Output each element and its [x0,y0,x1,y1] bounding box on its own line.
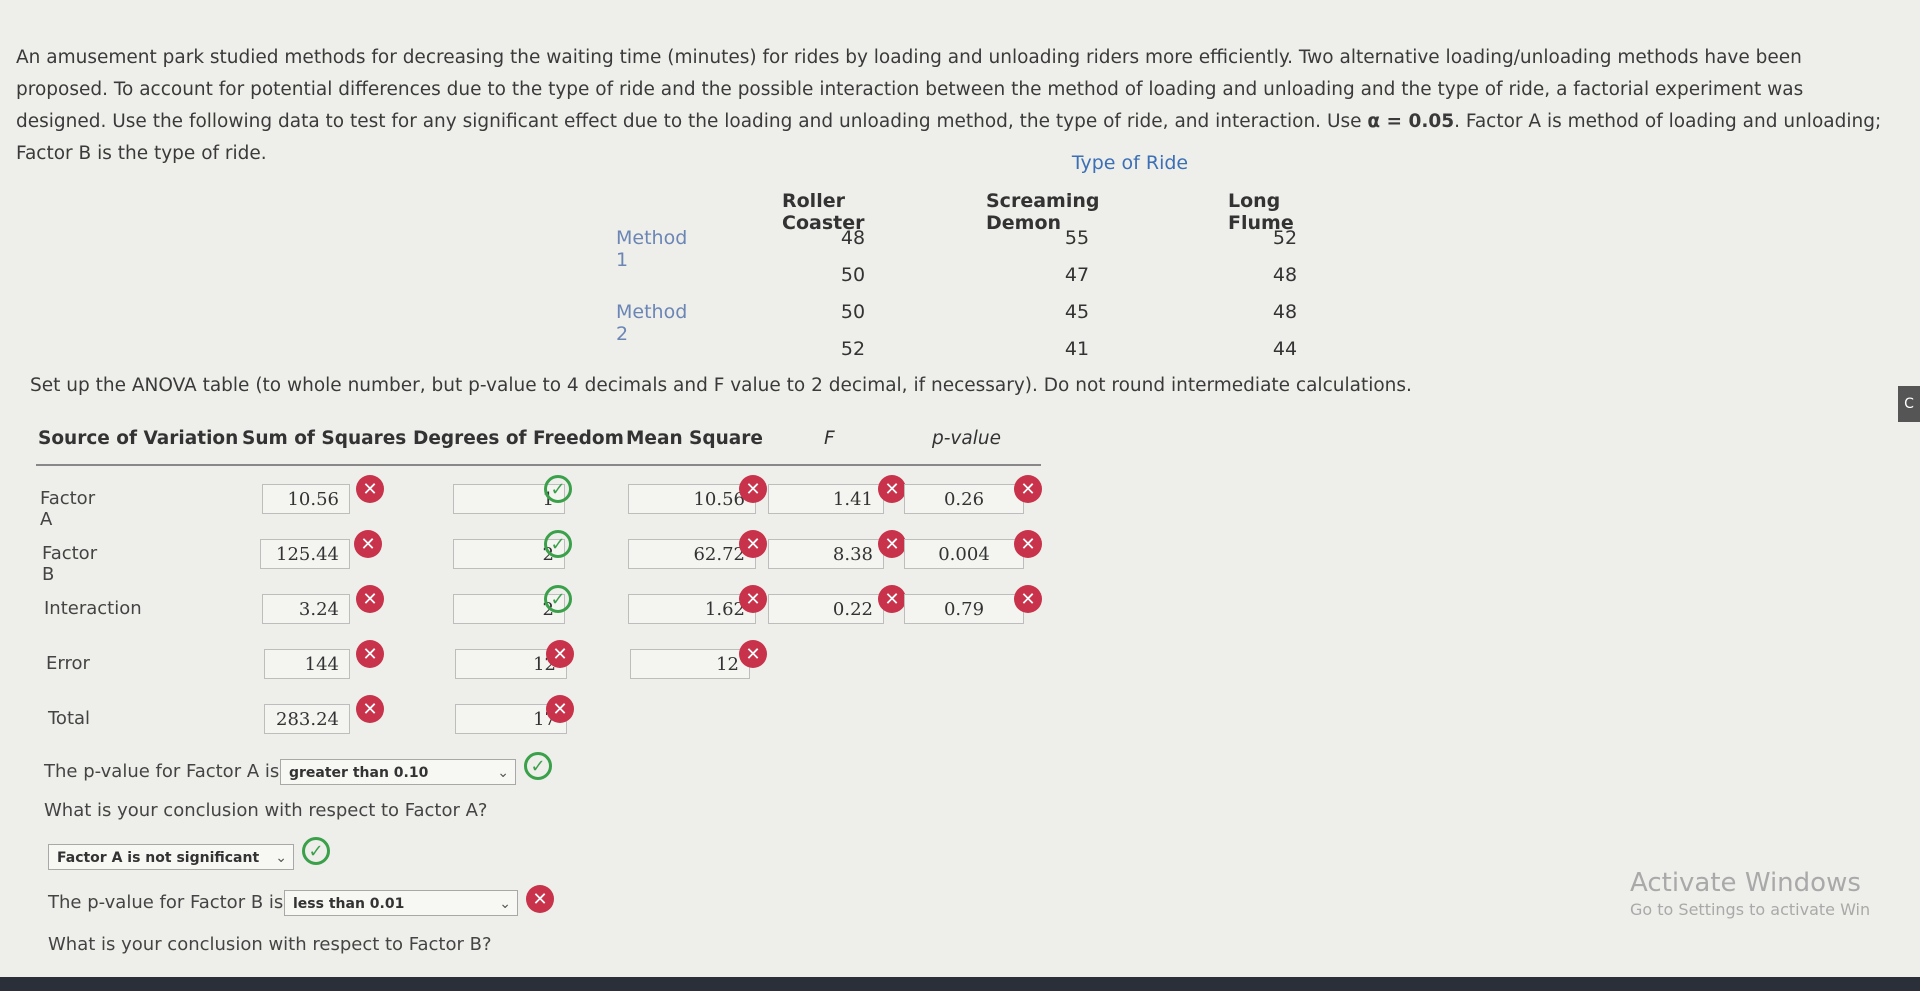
x-circle-icon: ✕ [526,885,554,913]
data-cell: 47 [1064,264,1090,286]
setup-instructions: Set up the ANOVA table (to whole number,… [30,375,1412,396]
q4-label: What is your conclusion with respect to … [48,934,492,955]
factor-a-conclusion-select[interactable]: Factor A is not significant ⌄ [48,844,294,870]
f-input-interaction[interactable]: 0.22 [768,594,884,624]
ss-input-factor-b[interactable]: 125.44 [260,539,350,569]
row-label-factor-b: Factor B [42,543,98,585]
ms-input-interaction[interactable]: 1.62 [628,594,756,624]
q2-label: What is your conclusion with respect to … [44,800,488,821]
chevron-down-icon: ⌄ [499,896,511,912]
taskbar [0,977,1920,991]
side-panel-tab[interactable]: C [1898,386,1920,422]
watermark-line-1: Activate Windows [1630,868,1861,898]
alpha-value: α = 0.05 [1367,111,1455,132]
data-cell: 50 [840,301,866,323]
x-circle-icon: ✕ [546,695,574,723]
ss-input-error[interactable]: 144 [264,649,350,679]
data-cell: 48 [1272,264,1298,286]
anova-header-pvalue: p-value [932,428,1001,449]
method-2-label: Method 2 [616,301,688,345]
ss-input-factor-a[interactable]: 10.56 [262,484,350,514]
row-label-error: Error [46,653,90,674]
method-1-label: Method 1 [616,227,688,271]
row-label-interaction: Interaction [44,598,142,619]
ss-input-total[interactable]: 283.24 [264,704,350,734]
data-cell: 44 [1272,338,1298,360]
x-circle-icon: ✕ [1014,585,1042,613]
x-circle-icon: ✕ [1014,475,1042,503]
p-input-factor-b[interactable]: 0.004 [904,539,1024,569]
q3-label: The p-value for Factor B is [48,892,284,913]
check-circle-icon: ✓ [544,585,572,613]
x-circle-icon: ✕ [546,640,574,668]
chevron-down-icon: ⌄ [497,765,509,781]
ride-table-caption: Type of Ride [1071,152,1189,174]
q1-label: The p-value for Factor A is [44,761,280,782]
x-circle-icon: ✕ [356,475,384,503]
check-circle-icon: ✓ [544,530,572,558]
x-circle-icon: ✕ [739,640,767,668]
anova-header-ms: Mean Square [626,428,763,449]
data-cell: 55 [1064,227,1090,249]
f-input-factor-a[interactable]: 1.41 [768,484,884,514]
data-cell: 50 [840,264,866,286]
anova-header-source: Source of Variation [38,428,239,449]
data-cell: 45 [1064,301,1090,323]
data-cell: 41 [1064,338,1090,360]
data-cell: 48 [840,227,866,249]
x-circle-icon: ✕ [878,530,906,558]
factor-a-pvalue-select[interactable]: greater than 0.10 ⌄ [280,759,516,785]
factor-a-pvalue-selected: greater than 0.10 [289,765,429,781]
check-circle-icon: ✓ [544,475,572,503]
anova-header-ss: Sum of Squares [242,428,407,449]
factor-b-pvalue-select[interactable]: less than 0.01 ⌄ [284,890,518,916]
x-circle-icon: ✕ [356,640,384,668]
problem-statement: An amusement park studied methods for de… [16,42,1896,170]
row-label-total: Total [48,708,91,729]
data-cell: 48 [1272,301,1298,323]
ss-input-interaction[interactable]: 3.24 [262,594,350,624]
factor-b-pvalue-selected: less than 0.01 [293,896,405,912]
watermark-line-2: Go to Settings to activate Win [1630,900,1871,919]
x-circle-icon: ✕ [878,475,906,503]
ms-input-factor-a[interactable]: 10.56 [628,484,756,514]
header-divider [36,464,1041,466]
chevron-down-icon: ⌄ [275,850,287,866]
p-input-interaction[interactable]: 0.79 [904,594,1024,624]
anova-header-f: F [824,428,835,449]
p-input-factor-a[interactable]: 0.26 [904,484,1024,514]
x-circle-icon: ✕ [739,475,767,503]
x-circle-icon: ✕ [878,585,906,613]
ms-input-error[interactable]: 12 [630,649,750,679]
factor-a-conclusion-selected: Factor A is not significant [57,850,260,866]
x-circle-icon: ✕ [739,530,767,558]
row-label-factor-a: Factor A [40,488,96,530]
data-cell: 52 [840,338,866,360]
x-circle-icon: ✕ [1014,530,1042,558]
anova-header-df: Degrees of Freedom [413,428,624,449]
check-circle-icon: ✓ [524,752,552,780]
activate-windows-watermark: Activate Windows Go to Settings to activ… [1630,868,1870,919]
x-circle-icon: ✕ [354,530,382,558]
f-input-factor-b[interactable]: 8.38 [768,539,884,569]
check-circle-icon: ✓ [302,837,330,865]
x-circle-icon: ✕ [356,695,384,723]
x-circle-icon: ✕ [739,585,767,613]
ms-input-factor-b[interactable]: 62.72 [628,539,756,569]
data-cell: 52 [1272,227,1298,249]
x-circle-icon: ✕ [356,585,384,613]
